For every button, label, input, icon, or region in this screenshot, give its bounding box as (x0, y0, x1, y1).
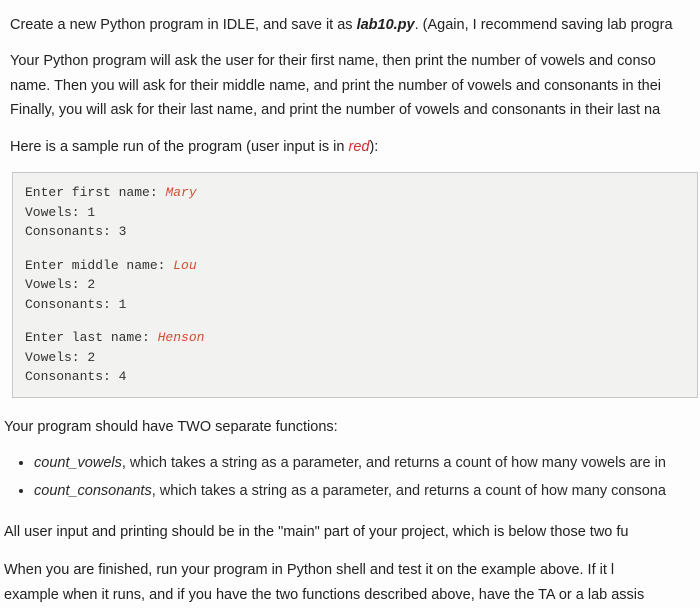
text: Create a new Python program in IDLE, and… (10, 17, 357, 33)
text: Here is a sample run of the program (use… (10, 139, 348, 155)
text: Finally, you will ask for their last nam… (10, 102, 660, 118)
intro-para-2: Your Python program will ask the user fo… (10, 50, 700, 72)
text: name. Then you will ask for their middle… (10, 78, 661, 94)
sample-group-middle: Enter middle name: Lou Vowels: 2 Consona… (25, 256, 685, 315)
code-line: Consonants: 4 (25, 367, 685, 387)
user-input: Lou (173, 258, 196, 273)
code-line: Enter first name: Mary (25, 183, 685, 203)
intro-para-4: Finally, you will ask for their last nam… (10, 99, 700, 121)
sample-run-block: Enter first name: Mary Vowels: 1 Consona… (12, 172, 698, 398)
function-name: count_consonants (34, 483, 152, 499)
code-line: Vowels: 2 (25, 275, 685, 295)
code-line: Vowels: 1 (25, 203, 685, 223)
text: Your Python program will ask the user fo… (10, 53, 656, 69)
code-line: Consonants: 3 (25, 222, 685, 242)
list-item: count_vowels, which takes a string as a … (34, 452, 700, 475)
code-line: Enter middle name: Lou (25, 256, 685, 276)
closing-para-1: All user input and printing should be in… (4, 521, 700, 543)
red-word: red (348, 139, 369, 155)
intro-para-3: name. Then you will ask for their middle… (10, 75, 700, 97)
text: . (Again, I recommend saving lab progra (415, 17, 673, 33)
text: , which takes a string as a parameter, a… (122, 455, 666, 471)
prompt-text: Enter middle name: (25, 258, 173, 273)
sample-group-last: Enter last name: Henson Vowels: 2 Conson… (25, 328, 685, 387)
code-line: Vowels: 2 (25, 348, 685, 368)
sample-run-heading: Here is a sample run of the program (use… (10, 136, 700, 158)
function-name: count_vowels (34, 455, 122, 471)
functions-heading: Your program should have TWO separate fu… (4, 416, 700, 438)
text: , which takes a string as a parameter, a… (152, 483, 666, 499)
document-page: Create a new Python program in IDLE, and… (0, 0, 700, 608)
closing-para-2: When you are finished, run your program … (4, 559, 700, 581)
closing-para-3: example when it runs, and if you have th… (4, 584, 700, 606)
text: ): (369, 139, 378, 155)
code-line: Enter last name: Henson (25, 328, 685, 348)
prompt-text: Enter last name: (25, 330, 158, 345)
code-line: Consonants: 1 (25, 295, 685, 315)
sample-group-first: Enter first name: Mary Vowels: 1 Consona… (25, 183, 685, 242)
intro-para-1: Create a new Python program in IDLE, and… (10, 14, 700, 36)
user-input: Mary (165, 185, 196, 200)
list-item: count_consonants, which takes a string a… (34, 480, 700, 503)
prompt-text: Enter first name: (25, 185, 165, 200)
filename: lab10.py (357, 17, 415, 33)
user-input: Henson (158, 330, 205, 345)
functions-list: count_vowels, which takes a string as a … (10, 452, 700, 502)
